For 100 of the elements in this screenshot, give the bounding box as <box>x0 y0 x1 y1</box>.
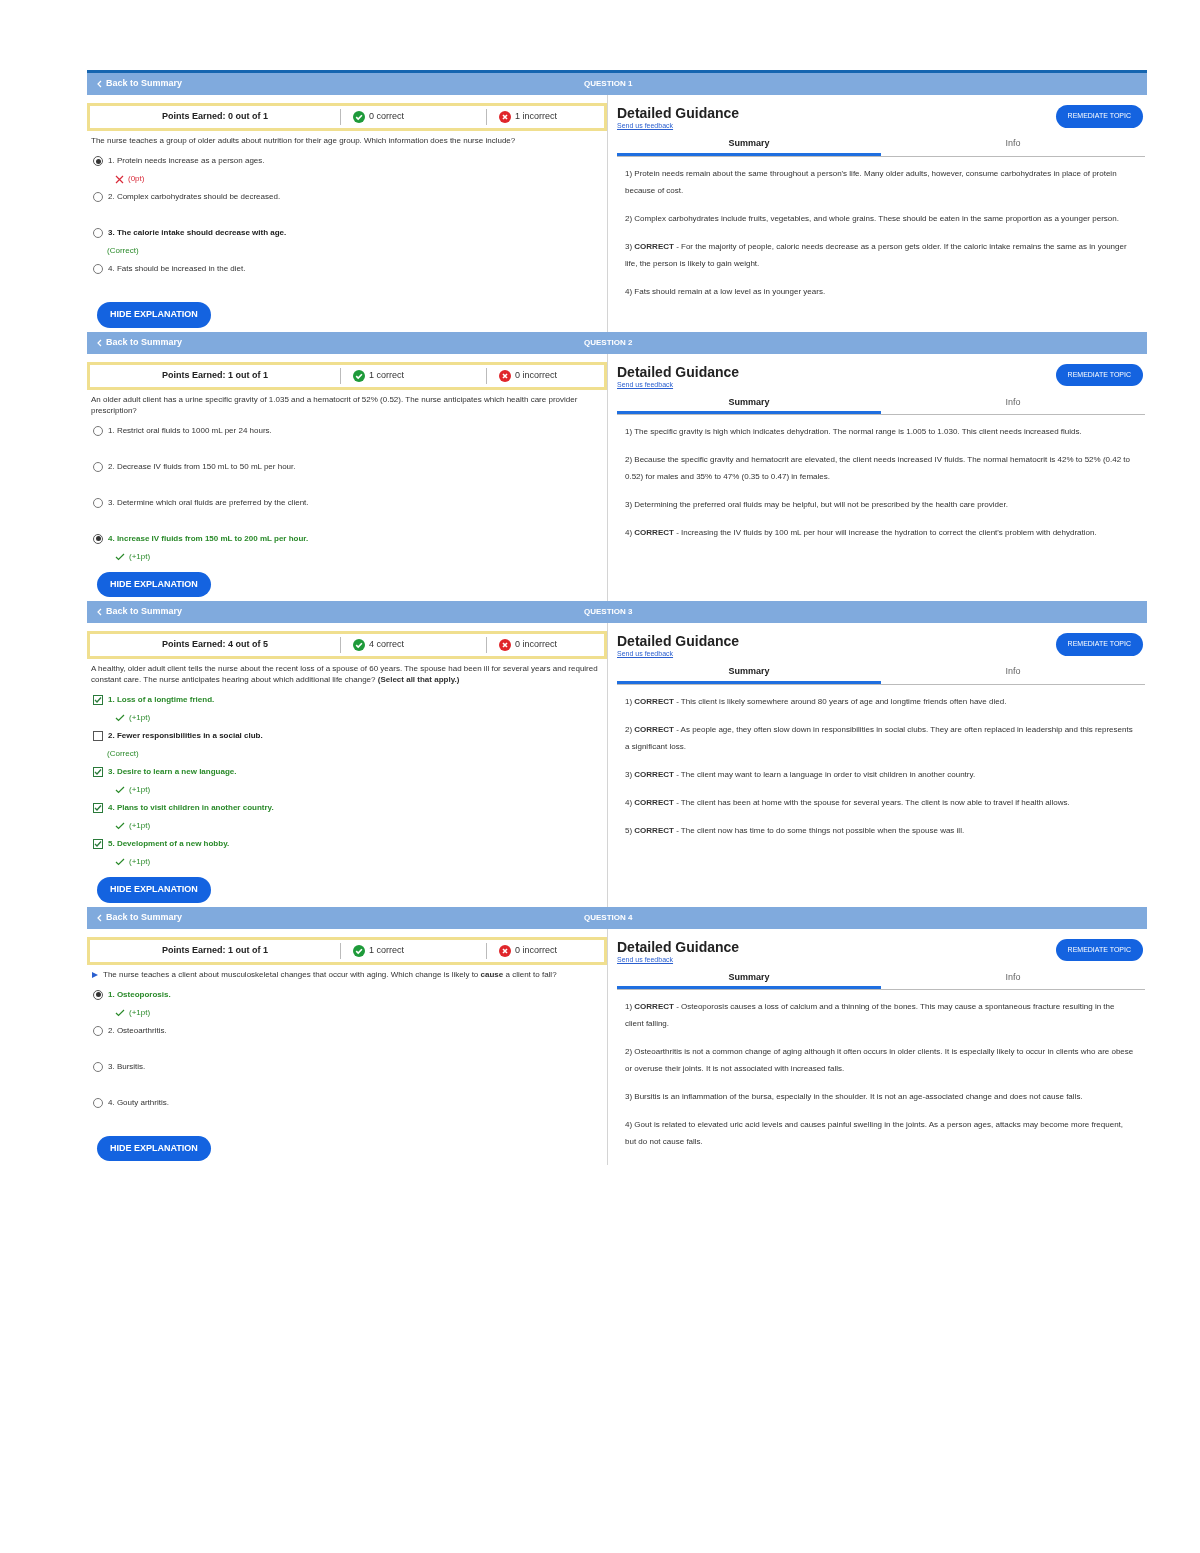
guidance-title: Detailed Guidance <box>617 633 740 649</box>
explanation-text: 1) Protein needs remain about the same throughout a person's life. Many older adults, however, consume carbohydrates in place of protein because of cost. <box>625 167 1118 197</box>
answer-option: 4. Fats should be increased in the diet. <box>108 263 246 275</box>
correct-count: 0 correct <box>369 110 404 124</box>
points-feedback: (+1pt) <box>129 712 151 724</box>
explanation-text: 2) CORRECT - As people age, they often slow down in responsibilities in social clubs. They are often replaced in leadership and this represents a significant loss. <box>625 723 1134 753</box>
points-earned: Points Earned: 0 out of 1 <box>161 110 269 124</box>
explanation-text: 4) CORRECT - Increasing the IV fluids by 100 mL per hour will increase the hydration to correct the client's problem with dehydration. <box>625 527 1098 539</box>
checkbox[interactable] <box>93 803 103 813</box>
hide-explanation-button[interactable]: HIDE EXPLANATION <box>97 1135 211 1161</box>
checkbox[interactable] <box>93 695 103 705</box>
checkbox[interactable] <box>93 839 103 849</box>
points-feedback: (+1pt) <box>129 1006 151 1019</box>
checkmark-icon <box>115 714 125 722</box>
incorrect-count: 0 incorrect <box>515 638 558 652</box>
hide-explanation-button[interactable]: HIDE EXPLANATION <box>97 302 211 328</box>
check-circle-icon <box>353 369 365 382</box>
checkbox[interactable] <box>93 731 103 741</box>
chevron-left-icon <box>97 913 102 922</box>
hide-explanation-button[interactable]: HIDE EXPLANATION <box>97 571 211 597</box>
tab[interactable]: Summary <box>617 663 881 684</box>
arrow-icon <box>91 970 99 979</box>
correct-answer-note: (Correct) <box>107 245 139 257</box>
check-circle-icon <box>353 944 365 957</box>
answer-option: 3. Determine which oral fluids are preferred by the client. <box>108 496 309 509</box>
question-number: QUESTION 3 <box>584 606 633 618</box>
hide-explanation-button[interactable]: HIDE EXPLANATION <box>97 877 211 903</box>
question-text: An older adult client has a urine specific gravity of 1.035 and a hematocrit of 52% (0.52). The nurse anticipates which health care provider prescription? <box>91 393 579 416</box>
tab[interactable]: Info <box>881 969 1145 989</box>
explanation-text: 3) Bursitis is an inflammation of the bursa, especially in the shoulder. It is not an age-associated change and does not cause falls. <box>625 1091 1084 1103</box>
correct-count: 1 correct <box>369 943 404 957</box>
tab[interactable]: Info <box>881 135 1145 156</box>
points-feedback: (+1pt) <box>129 856 151 868</box>
points-earned: Points Earned: 4 out of 5 <box>161 638 269 652</box>
answer-option: 3. Bursitis. <box>108 1060 146 1073</box>
tab[interactable]: Summary <box>617 135 881 156</box>
explanation-text: 3) Determining the preferred oral fluids may be helpful, but will not be prescribed by the health care provider. <box>625 499 1009 511</box>
guidance-title: Detailed Guidance <box>617 105 740 121</box>
explanation-text: 4) Fats should remain at a low level as in younger years. <box>625 285 827 298</box>
x-circle-icon <box>499 111 511 123</box>
answer-option: 4. Increase IV fluids from 150 mL to 200 mL per hour. <box>108 532 309 545</box>
question-text: The nurse teaches a client about musculoskeletal changes that occur with aging. Which change is likely to cause a client to fall? <box>103 968 557 980</box>
guidance-title: Detailed Guidance <box>617 363 740 380</box>
explanation-text: 2) Complex carbohydrates include fruits, vegetables, and whole grains. These should be eaten in the same proportion as a younger person. <box>625 212 1120 225</box>
x-mark-icon <box>115 174 124 184</box>
check-circle-icon <box>353 639 365 651</box>
answer-option: 2. Osteoarthritis. <box>108 1024 167 1037</box>
question-number: QUESTION 2 <box>584 336 633 349</box>
answer-option: 2. Decrease IV fluids from 150 mL to 50 mL per hour. <box>108 460 296 473</box>
explanation-text: 5) CORRECT - The client now has time to do some things not possible when the spouse was ill. <box>625 824 966 837</box>
incorrect-count: 0 incorrect <box>515 943 558 957</box>
correct-answer-note: (Correct) <box>107 748 139 760</box>
answer-option: 1. Osteoporosis. <box>108 988 171 1001</box>
tab[interactable]: Summary <box>617 394 881 414</box>
answer-option: 3. Desire to learn a new language. <box>108 766 237 778</box>
points-feedback: (+1pt) <box>129 820 151 832</box>
x-circle-icon <box>499 639 511 651</box>
tab[interactable]: Info <box>881 394 1145 414</box>
check-circle-icon <box>353 111 365 123</box>
answer-option: 2. Complex carbohydrates should be decreased. <box>108 191 281 203</box>
answer-option: 2. Fewer responsibilities in a social club. <box>108 730 263 742</box>
x-circle-icon <box>499 369 511 382</box>
explanation-text: 2) Osteoarthritis is not a common change of aging although it often occurs in older clients. It is especially likely to occur in clients who are obese or overuse their joints. It is not associated with increased falls. <box>625 1046 1135 1075</box>
question-text: The nurse teaches a group of older adults about nutrition for their age group. Which information does the nurse include? <box>91 135 516 146</box>
x-circle-icon <box>499 944 511 957</box>
points-feedback: (+1pt) <box>129 784 151 796</box>
answer-option: 1. Loss of a longtime friend. <box>108 694 215 706</box>
chevron-left-icon <box>97 80 102 88</box>
checkmark-icon <box>115 552 125 561</box>
answer-option: 5. Development of a new hobby. <box>108 838 230 850</box>
checkmark-icon <box>115 786 125 794</box>
explanation-text: 3) CORRECT - The client may want to learn a language in order to visit children in another country. <box>625 768 977 781</box>
explanation-text: 1) CORRECT - Osteoporosis causes a loss of calcium and a thinning of the bones. This may cause a spontaneous fracture resulting in the client falling. <box>625 1001 1116 1030</box>
explanation-text: 4) CORRECT - The client has been at home with the spouse for several years. The client is now able to travel if health allows. <box>625 796 1071 809</box>
incorrect-count: 0 incorrect <box>515 368 558 382</box>
answer-option: 4. Plans to visit children in another country. <box>108 802 274 814</box>
tab[interactable]: Info <box>881 663 1145 684</box>
points-earned: Points Earned: 1 out of 1 <box>161 368 269 382</box>
explanation-text: 3) CORRECT - For the majority of people, caloric needs decrease as a person gets older. If the caloric intake remains the same as in younger life, the person is likely to gain weight. <box>625 240 1128 270</box>
question-text: A healthy, older adult client tells the nurse about the recent loss of a spouse of 60 years. The spouse had been ill for several years and required constant care. The nurse anticipates hearing about which additional life change? (Select all that apply.) <box>91 663 599 685</box>
points-earned: Points Earned: 1 out of 1 <box>161 943 269 957</box>
checkmark-icon <box>115 822 125 830</box>
checkmark-icon <box>115 858 125 866</box>
correct-count: 1 correct <box>369 368 404 382</box>
explanation-text: 1) CORRECT - This client is likely somewhere around 80 years of age and longtime friends often have died. <box>625 695 1008 708</box>
checkbox[interactable] <box>93 767 103 777</box>
points-feedback: (0pt) <box>128 173 145 185</box>
incorrect-count: 1 incorrect <box>515 110 558 124</box>
answer-option: 1. Protein needs increase as a person ages. <box>108 155 265 167</box>
question-number: QUESTION 1 <box>584 78 633 90</box>
explanation-text: 2) Because the specific gravity and hematocrit are elevated, the client needs increased IV fluids. The normal hematocrit is 42% to 52% (0.42 to 0.52) for males and 35% to 47% (0.35 to 0.47) in females. <box>625 454 1131 483</box>
points-feedback: (+1pt) <box>129 550 151 563</box>
checkmark-icon <box>115 1008 125 1017</box>
question-number: QUESTION 4 <box>584 911 633 924</box>
answer-option: 1. Restrict oral fluids to 1000 mL per 24 hours. <box>108 424 272 437</box>
correct-count: 4 correct <box>369 638 404 652</box>
explanation-text: 4) Gout is related to elevated uric acid levels and causes painful swelling in the joints. As a person ages, attacks may become more frequent, but do not cause falls. <box>625 1119 1125 1148</box>
answer-option: 3. The calorie intake should decrease with age. <box>108 227 287 239</box>
tab[interactable]: Summary <box>617 969 881 989</box>
guidance-title: Detailed Guidance <box>617 938 740 955</box>
